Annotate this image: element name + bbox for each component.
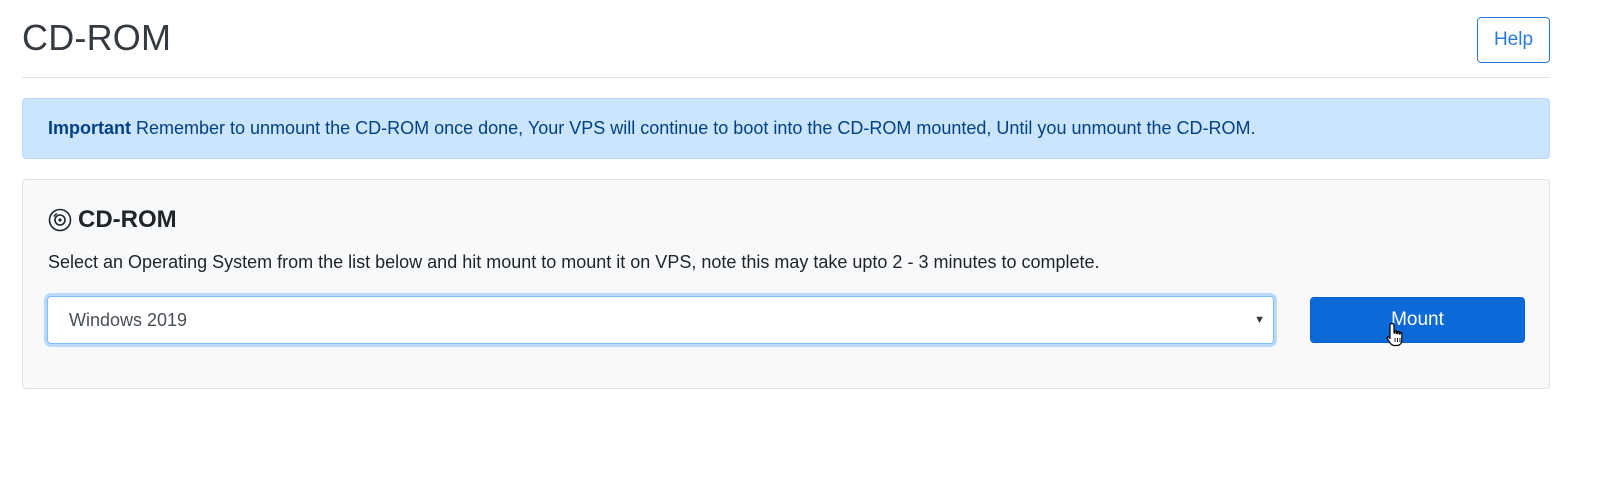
os-select[interactable]: Windows 2019 ▼ — [47, 296, 1274, 344]
help-button[interactable]: Help — [1477, 17, 1550, 63]
alert-strong: Important — [48, 118, 131, 138]
disc-icon — [48, 208, 72, 232]
page-title: CD-ROM — [22, 17, 172, 58]
card-title: CD-ROM — [78, 206, 177, 233]
mount-button[interactable]: Mount — [1310, 297, 1525, 343]
alert-text: Remember to unmount the CD-ROM once done… — [131, 118, 1256, 138]
page: CD-ROM Help Important Remember to unmoun… — [0, 0, 1603, 481]
card-heading: CD-ROM — [48, 204, 177, 236]
card-description: Select an Operating System from the list… — [48, 252, 1100, 272]
page-header: CD-ROM Help — [22, 0, 1550, 78]
caret-down-icon: ▼ — [1254, 314, 1265, 326]
important-alert: Important Remember to unmount the CD-ROM… — [22, 98, 1550, 159]
os-select-value: Windows 2019 — [69, 310, 188, 330]
cdrom-card: CD-ROM Select an Operating System from t… — [22, 179, 1550, 389]
